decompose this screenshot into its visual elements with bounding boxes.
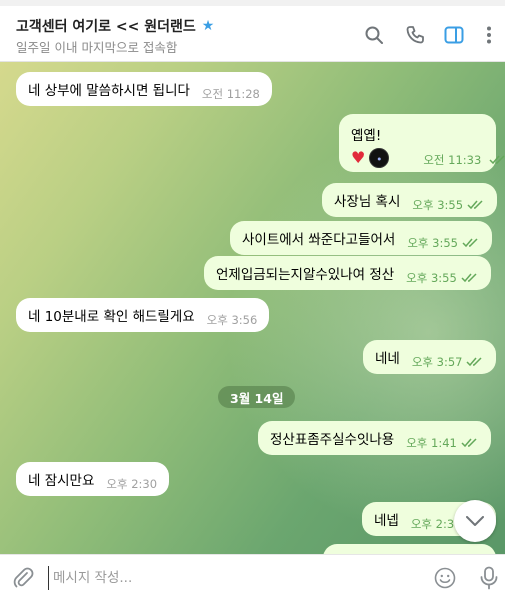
date-divider: 3월 14일 [218,386,296,408]
chat-header: 고객센터 여기로 << 원더랜드 ★ 일주일 이내 마지막으로 접속함 [0,6,505,62]
message-outgoing-partial[interactable] [323,544,496,554]
more-icon[interactable] [478,24,500,46]
message-outgoing[interactable]: 언제입금되는지알수있나여 정산 오후 3:55 [204,256,491,290]
message-time: 오후 2:30 [106,477,158,491]
message-time: 오후 2:3 [410,517,455,531]
chat-title[interactable]: 고객센터 여기로 << 원더랜드 ★ [16,16,214,36]
chat-title-text: 고객센터 여기로 << 원더랜드 [16,19,196,35]
message-time: 오후 1:41 [406,436,457,450]
read-check-icon [461,438,479,448]
message-text: 네네 [375,351,400,367]
message-text: 사이트에서 쏴준다고들어서 [242,232,396,248]
sidebar-toggle-icon[interactable] [443,24,465,46]
message-text: 언제입금되는지알수있나여 정산 [216,267,395,283]
phone-icon[interactable] [404,24,426,46]
message-incoming[interactable]: 네 상부에 말씀하시면 됩니다 오전 11:28 [16,72,272,106]
message-time: 오후 3:57 [411,355,463,369]
message-time: 오후 3:55 [412,198,464,212]
read-check-icon [466,357,484,367]
message-text: 네넵 [374,513,399,529]
message-time: 오전 11:28 [201,87,260,101]
heart-emoji-icon: ♥ [351,148,366,167]
message-text: 옙옙! [351,128,382,144]
message-text: 네 상부에 말씀하시면 됩니다 [28,83,190,99]
message-composer [0,554,505,601]
message-text: 네 잠시만요 [28,473,95,489]
message-outgoing[interactable]: 사장님 혹시 오후 3:55 [322,183,498,217]
message-incoming[interactable]: 네 잠시만요 오후 2:30 [16,462,170,496]
message-incoming[interactable]: 네 10분내로 확인 해드릴게요 오후 3:56 [16,298,270,332]
message-time: 오후 3:55 [407,236,458,250]
message-list[interactable]: 네 상부에 말씀하시면 됩니다 오전 11:28 옙옙! ♥ ● 오전 11:3… [0,62,505,554]
star-icon: ★ [201,18,215,34]
message-time: 오전 11:33 [423,153,482,167]
emoji-icon[interactable] [434,567,456,589]
message-outgoing[interactable]: 정산표좀주실수잇나용 오후 1:41 [258,421,491,455]
read-check-icon [467,200,485,210]
message-outgoing[interactable]: 네네 오후 3:57 [363,340,497,374]
round-sticker-icon: ● [369,148,390,168]
read-check-icon [462,238,480,248]
message-text: 사장님 혹시 [334,194,401,210]
message-time: 오후 3:56 [206,313,258,327]
chevron-down-icon [466,516,484,526]
attach-icon[interactable] [12,567,34,589]
message-text: 정산표좀주실수잇나용 [270,432,395,448]
read-check-icon [461,273,479,283]
search-icon[interactable] [363,24,385,46]
last-seen-status: 일주일 이내 마지막으로 접속함 [16,40,178,55]
message-time: 오후 3:55 [406,271,457,285]
mic-icon[interactable] [478,566,500,590]
scroll-down-button[interactable] [454,500,496,542]
read-check-icon [489,155,505,165]
message-outgoing[interactable]: 옙옙! ♥ ● 오전 11:33 [339,114,505,172]
message-input[interactable] [48,566,418,590]
message-outgoing[interactable]: 사이트에서 쏴준다고들어서 오후 3:55 [230,221,492,255]
message-text: 네 10분내로 확인 해드릴게요 [28,309,195,325]
